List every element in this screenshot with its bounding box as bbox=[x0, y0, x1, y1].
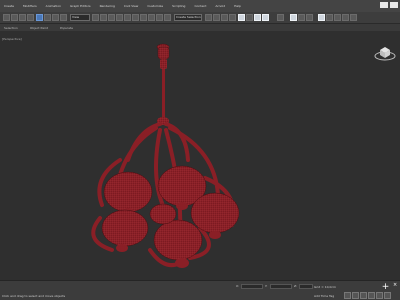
arnold-log-icon[interactable] bbox=[334, 14, 341, 21]
material-editor-icon[interactable] bbox=[254, 14, 261, 21]
render-iterative-icon[interactable] bbox=[298, 14, 305, 21]
menu-content[interactable]: Content bbox=[194, 4, 206, 8]
redo-icon[interactable] bbox=[11, 14, 18, 21]
link-icon[interactable] bbox=[19, 14, 26, 21]
reference-coordinate-dropdown[interactable]: View bbox=[70, 14, 90, 21]
scale-icon[interactable] bbox=[116, 14, 123, 21]
menu-scripting[interactable]: Scripting bbox=[172, 4, 185, 8]
menu-help[interactable]: Help bbox=[234, 4, 241, 8]
x-coord-field[interactable] bbox=[241, 284, 263, 289]
add-time-tag[interactable]: Add Time Tag bbox=[314, 294, 334, 298]
render-in-cloud-icon[interactable] bbox=[306, 14, 313, 21]
mirror-icon[interactable] bbox=[205, 14, 212, 21]
chandelier-model[interactable] bbox=[0, 31, 400, 280]
menu-rendering[interactable]: Rendering bbox=[100, 4, 115, 8]
chandelier-center-bowl[interactable] bbox=[149, 203, 177, 225]
extra-tool-icon[interactable] bbox=[350, 14, 357, 21]
menu-civil-view[interactable]: Civil View bbox=[124, 4, 138, 8]
minimize-icon[interactable] bbox=[380, 2, 388, 8]
arnold-ipr-icon[interactable] bbox=[326, 14, 333, 21]
percent-snap-icon[interactable] bbox=[148, 14, 155, 21]
select-by-name-icon[interactable] bbox=[44, 14, 51, 21]
align-icon[interactable] bbox=[213, 14, 220, 21]
menu-graph-editors[interactable]: Graph Editors bbox=[70, 4, 91, 8]
spinner-snap-icon[interactable] bbox=[156, 14, 163, 21]
y-coord-field[interactable] bbox=[270, 284, 292, 289]
orbit-icon[interactable] bbox=[384, 292, 391, 299]
window-crossing-icon[interactable] bbox=[60, 14, 67, 21]
ribbon: Selection Object Paint Populate bbox=[0, 24, 400, 31]
render-setup-icon[interactable] bbox=[262, 14, 269, 21]
curve-editor-icon[interactable] bbox=[238, 14, 245, 21]
arnold-settings-icon[interactable] bbox=[342, 14, 349, 21]
prompt-line: Click and drag to select and move object… bbox=[2, 294, 66, 298]
rectangle-select-icon[interactable] bbox=[52, 14, 59, 21]
menu-modifiers[interactable]: Modifiers bbox=[23, 4, 37, 8]
toggle-layer-explorer-icon[interactable] bbox=[229, 14, 236, 21]
field-of-view-icon[interactable] bbox=[368, 292, 375, 299]
menu-customize[interactable]: Customize bbox=[147, 4, 163, 8]
menu-arnold[interactable]: Arnold bbox=[215, 4, 225, 8]
window-controls bbox=[380, 2, 398, 8]
z-coord-label: Z: bbox=[294, 284, 298, 288]
grid-size: Grid = 10,0cm bbox=[314, 285, 336, 289]
tab-object-paint[interactable]: Object Paint bbox=[30, 26, 48, 30]
menu-bar: Create Modifiers Animation Graph Editors… bbox=[0, 0, 400, 12]
chandelier-shade[interactable] bbox=[103, 171, 153, 216]
zoom-all-icon[interactable] bbox=[352, 292, 359, 299]
placement-icon[interactable] bbox=[124, 14, 131, 21]
zoom-icon[interactable] bbox=[344, 292, 351, 299]
undo-icon[interactable] bbox=[3, 14, 10, 21]
named-selection-set-dropdown[interactable]: Create Selection Se bbox=[174, 14, 202, 21]
ceiling-canopy[interactable] bbox=[156, 43, 170, 69]
chandelier-shade[interactable] bbox=[101, 209, 149, 252]
tab-selection[interactable]: Selection bbox=[4, 26, 18, 30]
zoom-extents-icon[interactable] bbox=[360, 292, 367, 299]
move-icon[interactable] bbox=[100, 14, 107, 21]
unlink-icon[interactable] bbox=[27, 14, 34, 21]
main-toolbar: View Create Selection Se bbox=[0, 12, 400, 24]
select-object-icon[interactable] bbox=[36, 14, 43, 21]
rotate-icon[interactable] bbox=[108, 14, 115, 21]
plus-icon[interactable]: + bbox=[381, 283, 390, 292]
render-production-icon[interactable] bbox=[290, 14, 297, 21]
chandelier-rod[interactable] bbox=[157, 69, 169, 125]
snaps-toggle-icon[interactable] bbox=[132, 14, 139, 21]
menu-animation[interactable]: Animation bbox=[46, 4, 61, 8]
pivot-center-icon[interactable] bbox=[92, 14, 99, 21]
menu-create[interactable]: Create bbox=[4, 4, 14, 8]
maximize-icon[interactable] bbox=[390, 2, 398, 8]
tab-populate[interactable]: Populate bbox=[60, 26, 73, 30]
toggle-scene-explorer-icon[interactable] bbox=[221, 14, 228, 21]
angle-snap-icon[interactable] bbox=[140, 14, 147, 21]
edit-named-selection-icon[interactable] bbox=[164, 14, 171, 21]
pan-view-icon[interactable] bbox=[376, 292, 383, 299]
z-coord-field[interactable] bbox=[299, 284, 313, 289]
schematic-view-icon[interactable] bbox=[246, 14, 253, 21]
close-icon[interactable]: × bbox=[393, 283, 398, 288]
y-coord-label: Y: bbox=[265, 284, 268, 288]
rendered-frame-window-icon[interactable] bbox=[277, 14, 284, 21]
x-coord-label: X: bbox=[236, 284, 240, 288]
arnold-render-icon[interactable] bbox=[318, 14, 325, 21]
perspective-viewport[interactable]: [Perspective] bbox=[0, 31, 400, 280]
status-bar: Click and drag to select and move object… bbox=[0, 280, 400, 300]
